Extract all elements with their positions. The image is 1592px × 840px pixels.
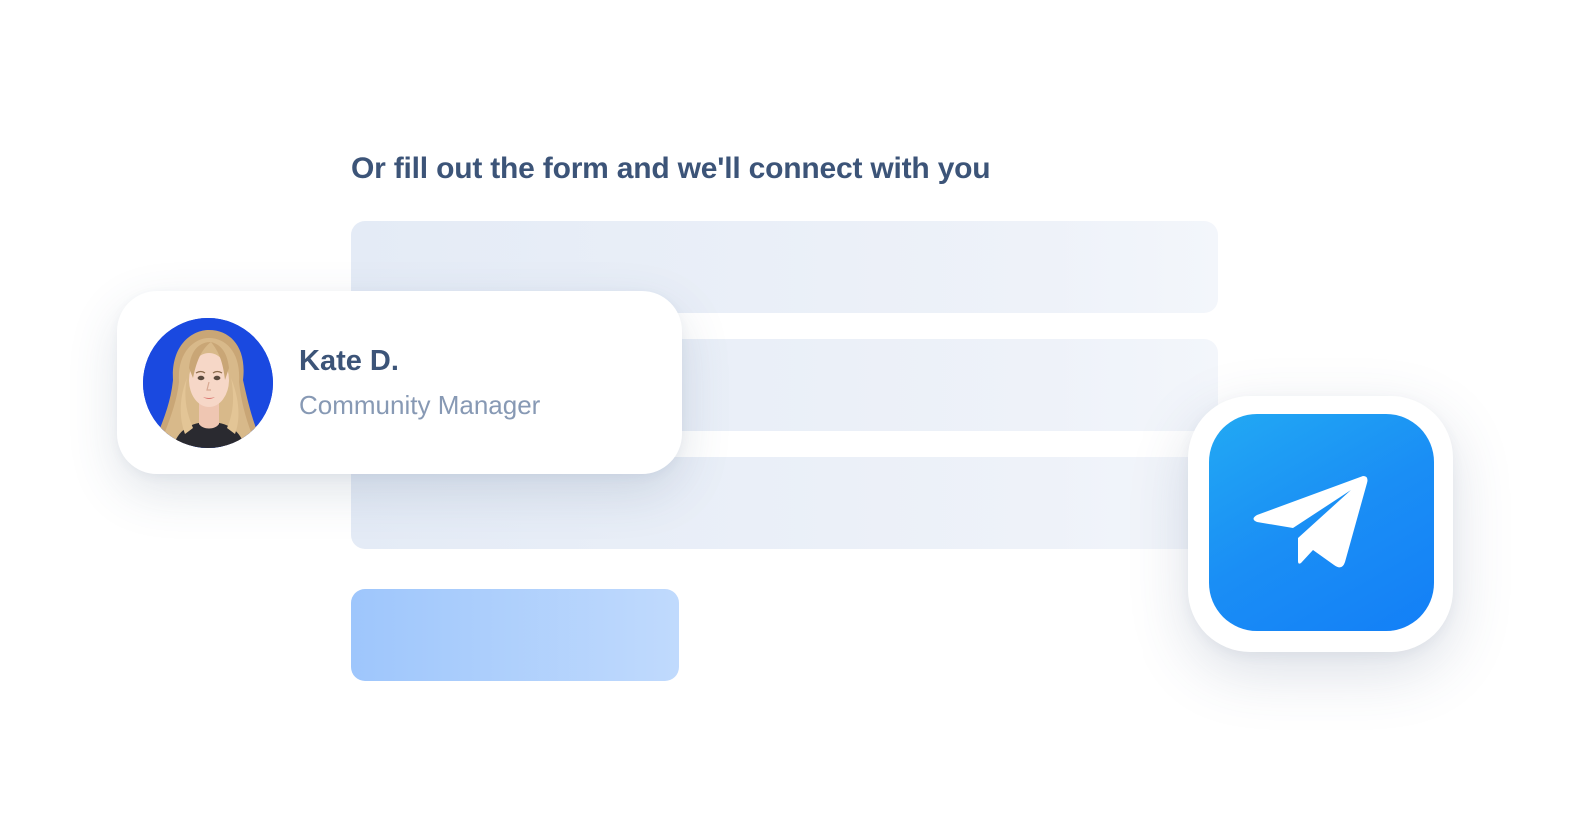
contact-section: Or fill out the form and we'll connect w…	[0, 0, 1592, 840]
contact-name: Kate D.	[299, 345, 399, 377]
form-heading: Or fill out the form and we'll connect w…	[351, 152, 991, 185]
telegram-paper-plane-icon	[1253, 476, 1368, 568]
contact-card: Kate D. Community Manager	[117, 291, 682, 474]
telegram-button[interactable]	[1209, 414, 1434, 631]
submit-button[interactable]	[351, 589, 679, 681]
avatar	[143, 318, 273, 448]
telegram-frame	[1188, 396, 1453, 652]
avatar-portrait	[143, 318, 273, 448]
contact-role: Community Manager	[299, 390, 541, 420]
